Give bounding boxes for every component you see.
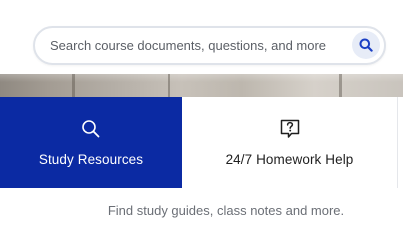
- search-icon: [81, 119, 101, 139]
- search-area: [0, 0, 403, 74]
- hero-image: [0, 74, 403, 98]
- tab-divider: [397, 97, 403, 188]
- tab-homework-help[interactable]: 24/7 Homework Help: [182, 97, 397, 188]
- search-icon: [359, 38, 373, 52]
- tab-study-resources[interactable]: Study Resources: [0, 97, 182, 188]
- page: Study Resources 24/7 Homework Help Find …: [0, 0, 403, 228]
- description-text: Find study guides, class notes and more.: [107, 203, 345, 218]
- search-button[interactable]: [352, 31, 380, 59]
- question-bubble-icon: [279, 118, 301, 140]
- tab-label: Study Resources: [38, 151, 144, 167]
- search-input[interactable]: [50, 28, 350, 63]
- resource-tabs: Study Resources 24/7 Homework Help: [0, 97, 403, 188]
- search-bar[interactable]: [33, 26, 386, 65]
- tab-label: 24/7 Homework Help: [225, 151, 354, 167]
